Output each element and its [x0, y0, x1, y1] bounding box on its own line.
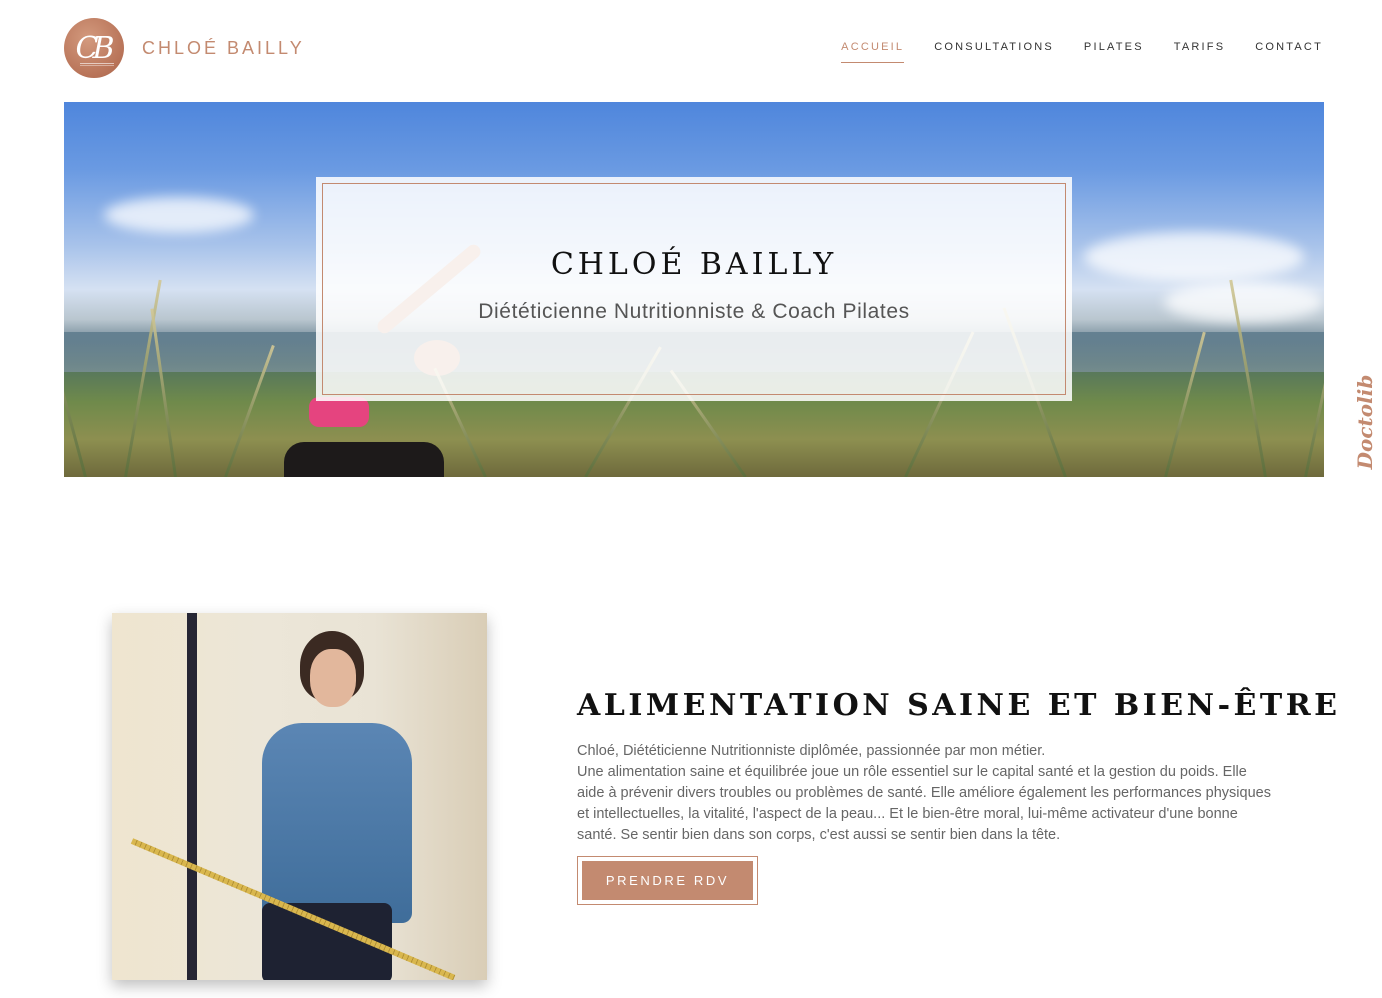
- brand-name: CHLOÉ BAILLY: [142, 37, 305, 58]
- photo-denim-shirt: [262, 723, 412, 923]
- nav-item-tarifs[interactable]: TARIFS: [1174, 41, 1226, 63]
- nav-item-consultations[interactable]: CONSULTATIONS: [934, 41, 1054, 63]
- photo-pole: [187, 613, 197, 980]
- doctolib-side-tab[interactable]: Doctolib: [1348, 372, 1382, 472]
- hero-person-top: [309, 397, 369, 427]
- grass-blade: [124, 279, 162, 477]
- hero-subtitle: Diététicienne Nutritionniste & Coach Pil…: [478, 300, 910, 323]
- portrait-photo: [112, 613, 487, 980]
- cb-monogram-logo: CB: [64, 18, 124, 78]
- doctolib-label: Doctolib: [1353, 374, 1377, 470]
- hero-cloud: [1164, 282, 1324, 322]
- logo-letters: CB: [75, 30, 115, 66]
- prendre-rdv-label: PRENDRE RDV: [582, 861, 753, 900]
- nav-item-accueil[interactable]: ACCUEIL: [841, 41, 905, 63]
- hero-banner: CHLOÉ BAILLY Diététicienne Nutritionnist…: [64, 102, 1324, 477]
- photo-face: [310, 649, 356, 707]
- logo-link[interactable]: CB CHLOÉ BAILLY: [64, 18, 305, 78]
- about-title: ALIMENTATION SAINE ET BIEN-ÊTRE: [577, 688, 1341, 723]
- hero-cloud: [104, 197, 254, 233]
- site-header: CB CHLOÉ BAILLY ACCUEIL CONSULTATIONS PI…: [0, 0, 1382, 100]
- prendre-rdv-button[interactable]: PRENDRE RDV: [577, 856, 758, 905]
- about-text: Chloé, Diététicienne Nutritionniste dipl…: [577, 741, 1277, 846]
- hero-title-frame: [322, 183, 1066, 395]
- hero-cloud: [1084, 232, 1304, 282]
- nav-item-contact[interactable]: CONTACT: [1255, 41, 1323, 63]
- hero-title: CHLOÉ BAILLY: [550, 247, 838, 282]
- about-paragraph: Chloé, Diététicienne Nutritionniste dipl…: [577, 743, 1046, 759]
- nav-item-pilates[interactable]: PILATES: [1084, 41, 1144, 63]
- hero-title-card: CHLOÉ BAILLY Diététicienne Nutritionnist…: [316, 177, 1072, 401]
- about-paragraph: Une alimentation saine et équilibrée jou…: [577, 764, 1271, 843]
- hero-person-pants: [284, 442, 444, 477]
- logo-rule: [80, 63, 114, 66]
- main-nav: ACCUEIL CONSULTATIONS PILATES TARIFS CON…: [811, 41, 1323, 63]
